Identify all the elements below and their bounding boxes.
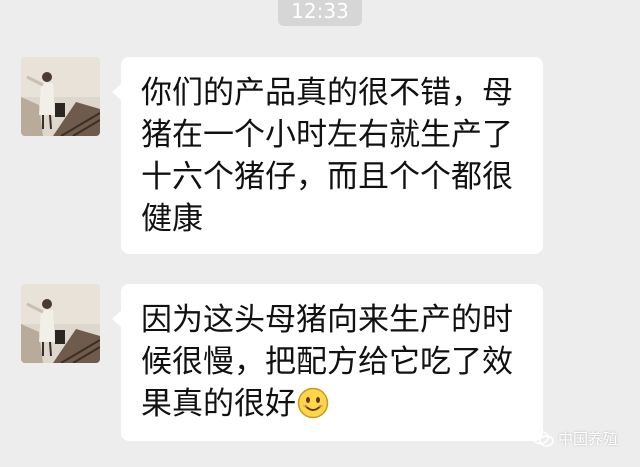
message-text: 果真的很好 xyxy=(141,386,296,422)
watermark: 中国养殖 xyxy=(532,428,618,449)
timestamp: 12:33 xyxy=(278,0,362,26)
message-text-line: 候很慢，把配方给它吃了效 xyxy=(141,344,513,380)
message-text-line: 果真的很好 xyxy=(141,383,523,430)
watermark-text: 中国养殖 xyxy=(557,430,618,448)
sender-avatar[interactable] xyxy=(21,57,100,136)
message-bubble[interactable]: 因为这头母猪向来生产的时 候很慢，把配方给它吃了效 果真的很好 xyxy=(112,284,543,441)
avatar-image xyxy=(21,284,100,363)
message-text-line: 猪在一个小时左右就生产了 xyxy=(141,117,513,153)
message-text-line: 你们的产品真的很不错，母 xyxy=(141,75,513,111)
message-bubble[interactable]: 你们的产品真的很不错，母 猪在一个小时左右就生产了 十六个猪仔，而且个个都很 健… xyxy=(112,57,543,254)
wechat-icon xyxy=(532,430,554,447)
message-text-line: 因为这头母猪向来生产的时 xyxy=(141,302,513,338)
message-text-line: 十六个猪仔，而且个个都很 xyxy=(141,159,513,195)
smile-emoji-icon xyxy=(297,387,329,430)
sender-avatar[interactable] xyxy=(21,284,100,363)
message-text-line: 健康 xyxy=(141,201,203,237)
avatar-image xyxy=(21,57,100,136)
